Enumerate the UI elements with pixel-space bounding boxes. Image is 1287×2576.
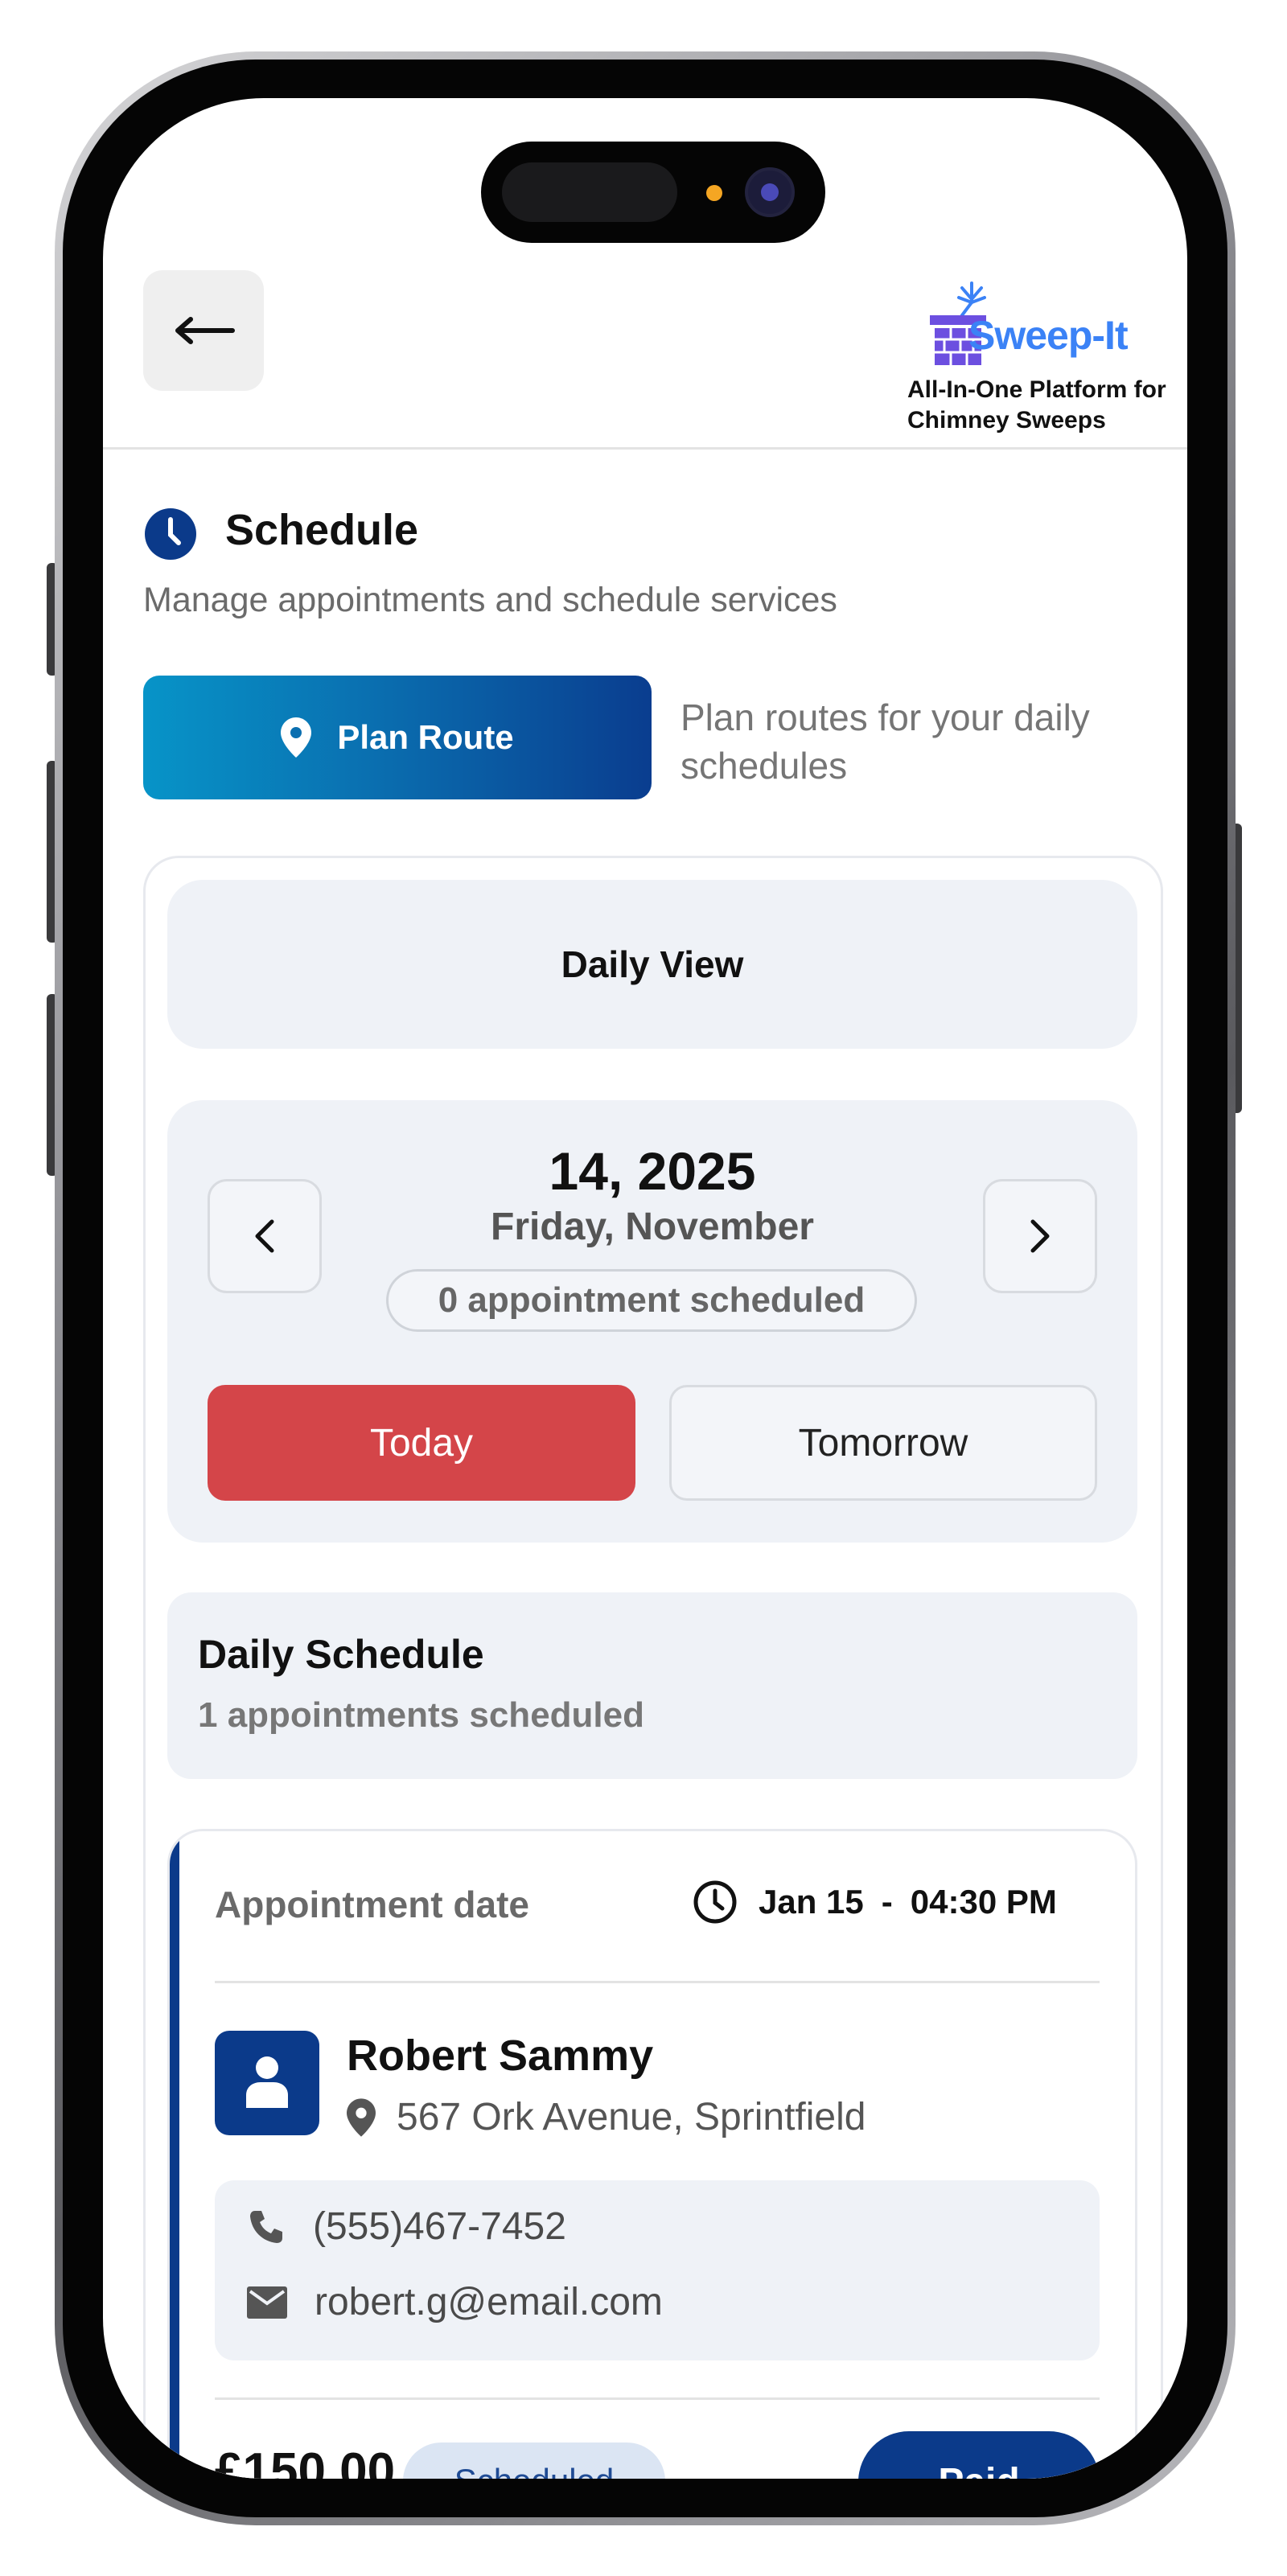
clock-outline-icon [693,1880,737,1924]
current-weekday-month: Friday, November [491,1206,814,1248]
appointment-price: £150.00 [215,2443,396,2479]
page-title: Schedule [225,506,419,554]
user-icon [246,2056,288,2108]
client-email: robert.g@email.com [315,2281,663,2323]
appointment-count-badge: 0 appointment scheduled [386,1269,917,1332]
avatar [215,2031,319,2135]
plan-route-button[interactable]: Plan Route [143,676,652,799]
app-screen: Sweep-It All-In-One Platform for Chimney… [103,98,1187,2479]
tab-daily-view[interactable]: Daily View [167,880,1137,1049]
dynamic-island [481,142,825,243]
daily-schedule-count: 1 appointments scheduled [198,1695,644,1735]
daily-schedule-title: Daily Schedule [198,1632,484,1677]
tomorrow-button[interactable]: Tomorrow [669,1385,1097,1501]
appointment-divider [215,1981,1100,1983]
privacy-indicator [706,185,722,201]
phone-bezel: Sweep-It All-In-One Platform for Chimney… [63,60,1227,2517]
plan-route-description: Plan routes for your daily schedules [681,696,1090,787]
clock-icon [145,508,196,560]
location-pin-icon [281,717,312,758]
logo-name: Sweep-It [968,313,1129,358]
phone-row[interactable]: (555)467-7452 [247,2204,566,2249]
back-button[interactable] [143,270,264,391]
client-address: 567 Ork Avenue, Sprintfield [347,2095,866,2139]
appointment-footer-divider [215,2397,1100,2400]
datetime-separator: - [881,1883,893,1921]
daily-schedule-summary: Daily Schedule 1 appointments scheduled [167,1592,1137,1779]
appointment-accent-bar [170,1831,179,2479]
today-button[interactable]: Today [208,1385,635,1501]
email-row[interactable]: robert.g@email.com [247,2280,663,2324]
plan-route-label: Plan Route [337,718,514,756]
sweep-it-logo: Sweep-It All-In-One Platform for Chimney… [907,280,1181,441]
location-pin-icon [347,2097,376,2137]
mail-icon [247,2286,287,2319]
appointment-date-label: Appointment date [215,1884,529,1925]
header-divider [103,447,1187,450]
logo-tagline: All-In-One Platform for Chimney Sweeps [907,376,1166,433]
page-subtitle: Manage appointments and schedule service… [143,581,837,619]
client-address-text: 567 Ork Avenue, Sprintfield [397,2096,866,2138]
client-name: Robert Sammy [347,2032,654,2080]
appointment-date: Jan 15 [759,1883,864,1921]
front-camera [745,167,795,217]
appointment-datetime: Jan 15 - 04:30 PM [693,1880,1057,1925]
appointment-time: 04:30 PM [910,1883,1057,1921]
phone-frame: Sweep-It All-In-One Platform for Chimney… [55,51,1236,2525]
date-navigator: 14, 2025 Friday, November 0 appointment … [167,1100,1137,1543]
status-badge: Scheduled [403,2442,665,2479]
island-sensor [502,162,677,222]
paid-button[interactable]: Paid [858,2431,1100,2479]
appointment-card[interactable]: Appointment date Jan 15 - 04:30 PM Rober… [167,1829,1137,2479]
arrow-left-icon [175,317,235,344]
phone-icon [250,2210,282,2243]
client-phone: (555)467-7452 [313,2205,566,2248]
current-date: 14, 2025 [549,1141,756,1201]
contact-info: (555)467-7452 robert.g@email.com [215,2180,1100,2360]
